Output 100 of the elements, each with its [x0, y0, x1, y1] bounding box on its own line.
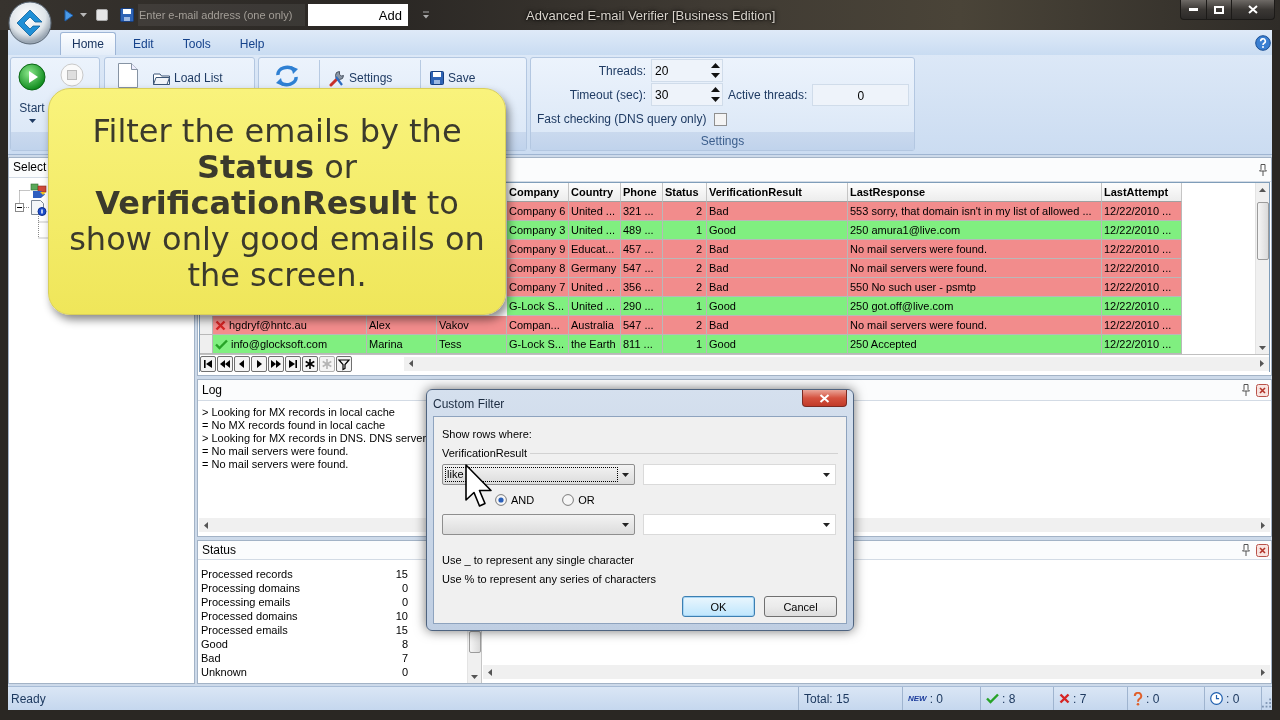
- left-arrow-icon[interactable]: [204, 521, 208, 529]
- timeout-spinbox[interactable]: 30: [651, 83, 723, 106]
- ribbon-tab[interactable]: Edit: [121, 32, 166, 55]
- down-arrow-icon[interactable]: [711, 73, 720, 78]
- close-button[interactable]: [802, 390, 847, 407]
- close-icon[interactable]: [1256, 383, 1269, 397]
- table-row[interactable]: Company 3 United ... 489 ... 1 Good 250 amura1@live.com 12/22/2010 ...: [507, 221, 1182, 240]
- up-arrow-icon[interactable]: [711, 63, 720, 68]
- save-button[interactable]: Save: [428, 69, 478, 87]
- pin-icon[interactable]: [1241, 384, 1251, 396]
- resize-grip-icon[interactable]: [1262, 698, 1271, 708]
- ribbon-tab[interactable]: Home: [60, 32, 116, 55]
- table-cell: 12/22/2010 ...: [1104, 281, 1172, 293]
- maximize-button[interactable]: [1207, 0, 1232, 20]
- table-row[interactable]: Company 9 Educat... 457 ... 2 Bad No mail servers were found. 12/22/2010 ...: [507, 240, 1182, 259]
- maximize-icon: [1214, 5, 1224, 14]
- table-row[interactable]: Company 8 Germany 547 ... 2 Bad No mail servers were found. 12/22/2010 ...: [507, 259, 1182, 278]
- column-header[interactable]: Status: [663, 183, 707, 202]
- checkbox[interactable]: [714, 112, 728, 126]
- table-cell: No mail servers were found.: [850, 319, 987, 331]
- add-button[interactable]: Add: [308, 4, 408, 26]
- close-icon: [819, 393, 830, 403]
- status-label: Processed domains: [201, 609, 298, 623]
- status-label: Processing emails: [201, 595, 291, 609]
- left-arrow-icon[interactable]: [409, 360, 413, 367]
- column-header[interactable]: VerificationResult: [707, 183, 848, 202]
- status-label: Bad: [201, 651, 221, 665]
- left-arrow-icon[interactable]: [488, 668, 492, 676]
- horizontal-scrollbar[interactable]: [483, 665, 1270, 679]
- settings-button[interactable]: Settings: [326, 69, 395, 87]
- minimize-button[interactable]: [1180, 0, 1207, 20]
- close-icon[interactable]: [1256, 543, 1269, 557]
- tools-icon: [328, 69, 345, 87]
- caret-icon: [823, 472, 830, 477]
- table-cell: 1: [695, 224, 702, 236]
- filter-icon[interactable]: [336, 355, 352, 372]
- tree-expander-icon[interactable]: [15, 203, 24, 212]
- table-cell: Good: [709, 300, 736, 312]
- asterisk-icon[interactable]: [302, 355, 318, 372]
- load-list-button[interactable]: Load List: [151, 69, 225, 87]
- table-cell: Bad: [709, 205, 729, 217]
- minimize-icon: [1189, 8, 1198, 11]
- up-arrow-icon[interactable]: [1259, 188, 1266, 192]
- scrollbar-thumb[interactable]: [468, 631, 481, 653]
- column-header[interactable]: LastAttempt: [1102, 183, 1182, 202]
- caret-icon[interactable]: [80, 13, 87, 17]
- right-arrow-icon[interactable]: [1261, 521, 1265, 529]
- right-arrow-icon[interactable]: [1261, 668, 1265, 676]
- table-cell: Company 9: [509, 243, 566, 255]
- ribbon-tab[interactable]: Tools: [170, 32, 223, 55]
- radio-icon[interactable]: [562, 494, 575, 506]
- operator-dropdown[interactable]: [442, 514, 635, 535]
- dropdown-arrow-icon[interactable]: [422, 11, 430, 19]
- radio-option[interactable]: OR: [562, 493, 595, 507]
- pin-icon[interactable]: [1258, 163, 1268, 176]
- radio-option[interactable]: AND: [495, 493, 535, 507]
- column-header[interactable]: LastResponse: [848, 183, 1102, 202]
- table-cell: 2: [695, 205, 702, 217]
- table-cell: Alex: [369, 319, 391, 331]
- table-row[interactable]: Company 6 United ... 321 ... 2 Bad 553 sorry, that domain isn't in my list of allowed ... 12/22/2010 ...: [507, 202, 1182, 221]
- logo-icon[interactable]: [8, 1, 52, 45]
- ribbon-tab[interactable]: Help: [227, 32, 277, 55]
- scrollbar-thumb[interactable]: [1256, 202, 1269, 260]
- horizontal-scrollbar[interactable]: [404, 356, 1269, 371]
- field-label: Timeout (sec):: [569, 87, 646, 102]
- table-cell: United ...: [571, 205, 616, 217]
- column-header[interactable]: Company: [507, 183, 569, 202]
- table-row[interactable]: Company 7 United ... 356 ... 2 Bad 550 No such user - psmtp 12/22/2010 ...: [507, 278, 1182, 297]
- pin-icon[interactable]: [1241, 544, 1251, 556]
- right-arrow-icon[interactable]: [1260, 360, 1264, 367]
- vertical-scrollbar[interactable]: [1255, 183, 1269, 354]
- refresh-icon[interactable]: [273, 65, 301, 87]
- column-header[interactable]: Country: [569, 183, 621, 202]
- dialog-title: Custom Filter: [433, 397, 505, 411]
- column-header[interactable]: Phone: [621, 183, 663, 202]
- close-button[interactable]: [1232, 0, 1275, 20]
- table-row[interactable]: info@glocksoft.com Marina Tess G-Lock S... the Earth 811 ... 1 Good 250 Accepted 12/22/2010 ...: [200, 335, 1182, 354]
- down-arrow-icon[interactable]: [1259, 346, 1266, 350]
- list-icon[interactable]: [30, 199, 47, 216]
- caret-icon: [622, 522, 629, 527]
- threads-spinbox[interactable]: 20: [651, 59, 723, 82]
- square-icon[interactable]: [96, 9, 108, 21]
- dialog-button[interactable]: OK: [682, 596, 755, 617]
- database-icon[interactable]: [30, 182, 47, 199]
- radio-icon[interactable]: [495, 494, 507, 506]
- table-row[interactable]: hgdryf@hntc.au Alex Vakov Compan... Australia 547 ... 2 Bad No mail servers were found. 12/22/2010 ...: [200, 316, 1182, 335]
- skip-to-start-icon[interactable]: [200, 355, 216, 372]
- down-arrow-icon[interactable]: [711, 97, 720, 102]
- document-icon[interactable]: [117, 63, 139, 88]
- hint-text: Use _ to represent any single character: [442, 554, 634, 566]
- operator-dropdown[interactable]: like: [442, 464, 635, 485]
- dialog-button[interactable]: Cancel: [764, 596, 837, 617]
- skip-to-end-icon[interactable]: [285, 355, 301, 372]
- play-icon[interactable]: [64, 8, 74, 22]
- up-arrow-icon[interactable]: [711, 87, 720, 92]
- table-cell: Bad: [709, 243, 729, 255]
- help-icon[interactable]: [1255, 34, 1271, 51]
- start-button[interactable]: Start: [17, 63, 47, 123]
- down-arrow-icon[interactable]: [471, 675, 478, 679]
- table-row[interactable]: G-Lock S... United ... 290 ... 1 Good 250 got.off@live.com 12/22/2010 ...: [507, 297, 1182, 316]
